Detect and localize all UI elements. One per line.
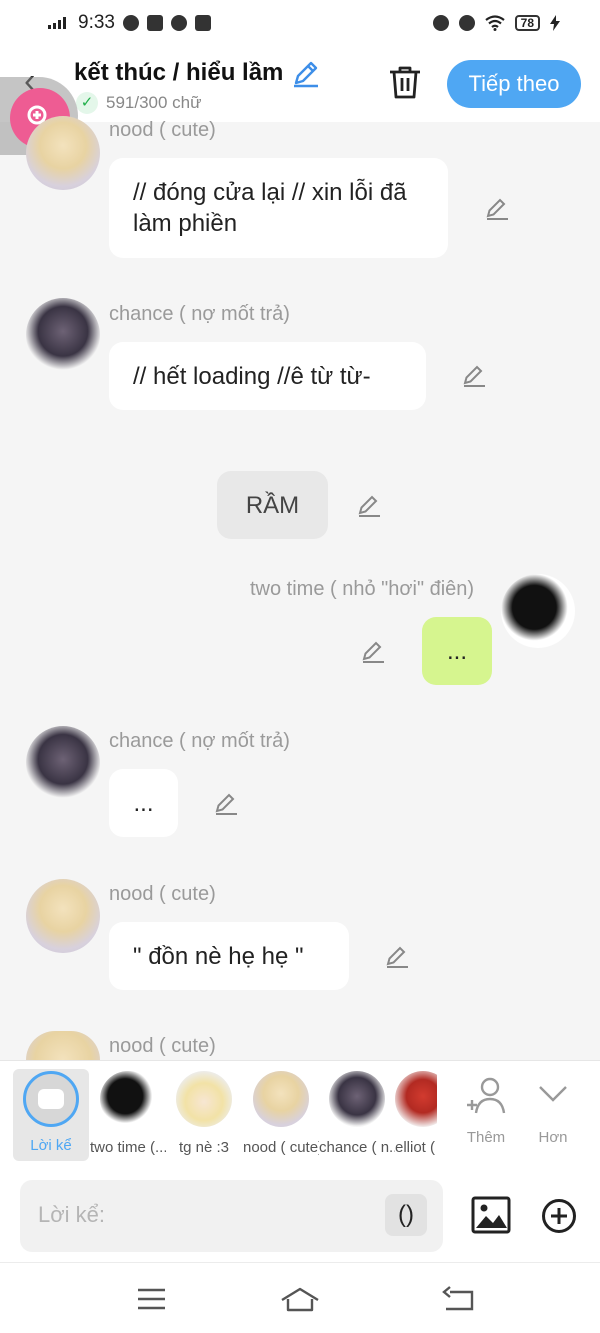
edit-message-icon[interactable] xyxy=(213,790,239,816)
check-icon: ✓ xyxy=(76,92,98,114)
edit-message-icon[interactable] xyxy=(461,362,487,388)
navigation-bar xyxy=(0,1262,600,1333)
edit-message-icon[interactable] xyxy=(356,492,382,518)
story-title: kết thúc / hiểu lầm xyxy=(74,59,284,86)
speaker-name: nood ( cute) xyxy=(109,1035,216,1057)
avatar xyxy=(100,1071,156,1127)
character-nood[interactable]: nood ( cute) xyxy=(243,1071,319,1156)
image-icon[interactable] xyxy=(471,1196,511,1234)
avatar xyxy=(176,1071,232,1127)
narration-bubble[interactable]: RẦM xyxy=(217,471,328,539)
message-bubble[interactable]: // đóng cửa lại // xin lỗi đã làm phiền xyxy=(109,158,448,258)
avatar xyxy=(329,1071,385,1127)
status-time: 9:33 xyxy=(78,12,115,33)
avatar xyxy=(395,1071,437,1127)
battery-icon: 78 xyxy=(514,15,540,31)
speaker-name: chance ( nợ mốt trả) xyxy=(109,730,290,752)
edit-message-icon[interactable] xyxy=(360,638,386,664)
shop-icon xyxy=(146,15,163,31)
status-bar: 9:33 78 xyxy=(0,0,600,46)
speaker-name: nood ( cute) xyxy=(109,883,216,905)
alarm-icon xyxy=(432,15,449,31)
trash-icon[interactable] xyxy=(388,64,422,100)
avatar-chance[interactable] xyxy=(26,726,100,800)
avatar-chance[interactable] xyxy=(26,298,100,372)
word-count: 591/300 chữ xyxy=(106,93,202,112)
character-tg[interactable]: tg nè :3 xyxy=(166,1071,242,1156)
speaker-name: two time ( nhỏ "hơi" điên) xyxy=(250,578,475,600)
avatar-nood[interactable] xyxy=(26,1031,100,1060)
message-bubble[interactable]: ... xyxy=(109,769,178,837)
charging-icon xyxy=(550,15,560,31)
character-elliot[interactable]: elliot ( xyxy=(395,1071,437,1156)
mute-icon xyxy=(458,15,475,31)
avatar-two-time[interactable] xyxy=(501,574,575,648)
message-bubble[interactable]: ... xyxy=(422,617,492,685)
header: ‹ kết thúc / hiểu lầm ✓ 591/300 chữ Tiếp… xyxy=(0,46,600,122)
edit-message-icon[interactable] xyxy=(484,195,510,221)
parenthesis-button[interactable]: () xyxy=(385,1194,427,1236)
chevron-down-icon xyxy=(539,1086,567,1102)
message-input[interactable]: Lời kể: () xyxy=(20,1180,443,1252)
edit-title-icon[interactable] xyxy=(291,58,321,88)
edit-message-icon[interactable] xyxy=(384,943,410,969)
menu-icon[interactable] xyxy=(135,1285,175,1315)
avatar xyxy=(253,1071,309,1127)
more-button[interactable]: Hơn xyxy=(523,1075,583,1146)
add-user-icon xyxy=(467,1077,506,1114)
character-two-time[interactable]: two time (... xyxy=(90,1071,166,1156)
avatar-nood[interactable] xyxy=(26,116,100,190)
character-bar: Lời kể two time (... tg nè :3 nood ( cut… xyxy=(0,1060,600,1168)
next-button[interactable]: Tiếp theo xyxy=(447,60,581,108)
gallery-icon xyxy=(194,15,211,31)
app-icon xyxy=(170,15,187,31)
composer-bar: Lời kể: () xyxy=(0,1168,600,1262)
globe-icon xyxy=(122,15,139,31)
home-icon[interactable] xyxy=(280,1285,320,1315)
wifi-icon xyxy=(484,15,505,31)
message-bubble[interactable]: // hết loading //ê từ từ- xyxy=(109,342,426,410)
character-chance[interactable]: chance ( n... xyxy=(319,1071,395,1156)
message-bubble[interactable]: " đồn nè hẹ hẹ " xyxy=(109,922,349,990)
add-icon[interactable] xyxy=(541,1198,577,1234)
avatar-nood[interactable] xyxy=(26,879,100,953)
signal-icon xyxy=(48,17,66,29)
input-placeholder: Lời kể: xyxy=(38,1202,106,1227)
back-nav-icon[interactable] xyxy=(440,1285,480,1315)
speaker-name: nood ( cute) xyxy=(109,119,216,141)
character-narrator[interactable]: Lời kể xyxy=(13,1069,89,1161)
add-character-button[interactable]: Thêm xyxy=(456,1075,516,1146)
narrator-icon xyxy=(23,1071,79,1127)
speaker-name: chance ( nợ mốt trả) xyxy=(109,303,290,325)
